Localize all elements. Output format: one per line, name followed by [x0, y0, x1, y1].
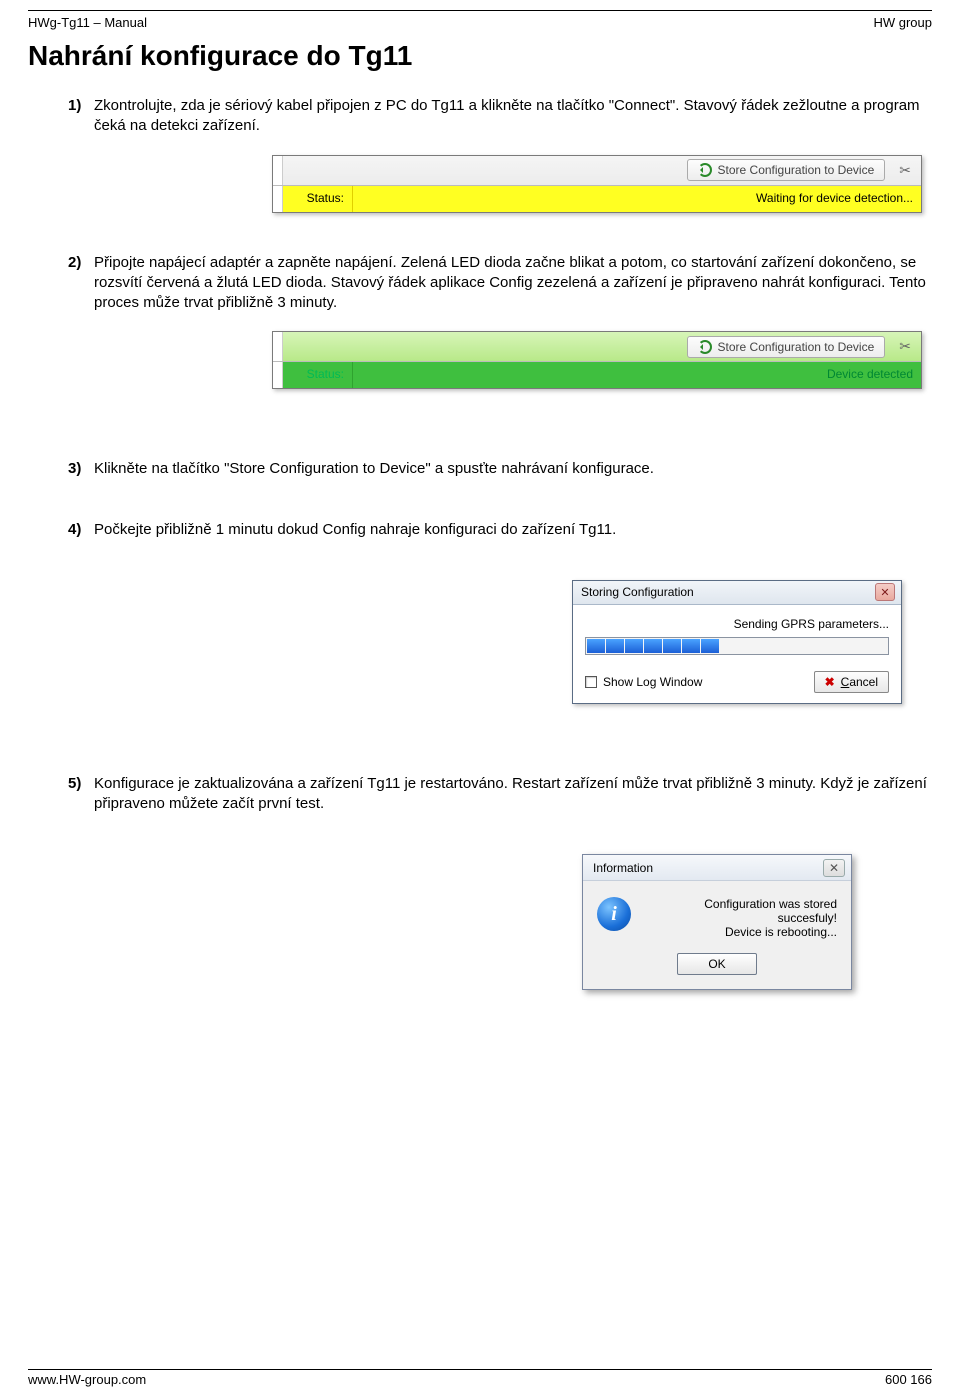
step-1-text: Zkontrolujte, zda je sériový kabel připo…	[94, 96, 932, 137]
footer-left: www.HW-group.com	[28, 1372, 146, 1387]
scissor-icon[interactable]: ✂	[899, 338, 911, 355]
step-1: 1) Zkontrolujte, zda je sériový kabel př…	[68, 96, 932, 137]
ok-button[interactable]: OK	[677, 953, 757, 975]
step-4: 4) Počkejte přibližně 1 minutu dokud Con…	[68, 520, 932, 540]
step-3-num: 3)	[68, 459, 94, 479]
status-row: Status: Device detected	[273, 362, 921, 388]
step-2-num: 2)	[68, 253, 94, 314]
cancel-x-icon: ✖	[825, 675, 835, 689]
screenshot-status-green: Store Configuration to Device ✂ Status: …	[272, 331, 922, 389]
toolbar: Store Configuration to Device ✂	[273, 332, 921, 362]
dialog-title: Information	[593, 861, 653, 875]
step-2: 2) Připojte napájecí adaptér a zapněte n…	[68, 253, 932, 314]
close-icon[interactable]: ✕	[875, 583, 895, 601]
store-config-label: Store Configuration to Device	[718, 163, 875, 177]
dialog-message: Configuration was stored succesfuly! Dev…	[645, 897, 837, 939]
dialog-titlebar: Storing Configuration ✕	[573, 581, 901, 605]
info-line-1: Configuration was stored succesfuly!	[645, 897, 837, 925]
status-label: Status:	[273, 362, 353, 388]
info-line-2: Device is rebooting...	[645, 925, 837, 939]
page-title: Nahrání konfigurace do Tg11	[28, 40, 932, 72]
header-left: HWg-Tg11 – Manual	[28, 15, 147, 30]
storing-config-dialog: Storing Configuration ✕ Sending GPRS par…	[572, 580, 902, 704]
step-3: 3) Klikněte na tlačítko "Store Configura…	[68, 459, 932, 479]
status-value: Waiting for device detection...	[353, 186, 921, 212]
cancel-label: CCancelancel	[841, 675, 878, 689]
store-config-button[interactable]: Store Configuration to Device	[687, 336, 886, 358]
scissor-icon[interactable]: ✂	[899, 162, 911, 179]
progress-bar	[585, 637, 889, 655]
step-1-num: 1)	[68, 96, 94, 137]
dialog-titlebar: Information ✕	[583, 855, 851, 881]
step-5-num: 5)	[68, 774, 94, 815]
step-5: 5) Konfigurace je zaktualizována a zaříz…	[68, 774, 932, 815]
close-icon[interactable]: ✕	[823, 859, 845, 877]
page-header: HWg-Tg11 – Manual HW group	[28, 15, 932, 30]
step-5-text: Konfigurace je zaktualizována a zařízení…	[94, 774, 932, 815]
info-icon	[597, 897, 631, 931]
refresh-icon	[698, 163, 712, 177]
header-right: HW group	[873, 15, 932, 30]
show-log-checkbox[interactable]: Show Log Window	[585, 675, 702, 689]
status-row: Status: Waiting for device detection...	[273, 186, 921, 212]
toolbar: Store Configuration to Device ✂	[273, 156, 921, 186]
dialog-title: Storing Configuration	[581, 585, 694, 599]
page-footer: www.HW-group.com 600 166	[28, 1372, 932, 1387]
status-value: Device detected	[353, 362, 921, 388]
store-config-label: Store Configuration to Device	[718, 340, 875, 354]
step-3-text: Klikněte na tlačítko "Store Configuratio…	[94, 459, 932, 479]
status-label: Status:	[273, 186, 353, 212]
store-config-button[interactable]: Store Configuration to Device	[687, 159, 886, 181]
step-4-num: 4)	[68, 520, 94, 540]
step-4-text: Počkejte přibližně 1 minutu dokud Config…	[94, 520, 932, 540]
step-2-text: Připojte napájecí adaptér a zapněte napá…	[94, 253, 932, 314]
checkbox-icon	[585, 676, 597, 688]
refresh-icon	[698, 340, 712, 354]
screenshot-status-yellow: Store Configuration to Device ✂ Status: …	[272, 155, 922, 213]
footer-right: 600 166	[885, 1372, 932, 1387]
dialog-message: Sending GPRS parameters...	[585, 617, 889, 631]
cancel-button[interactable]: ✖ CCancelancel	[814, 671, 889, 693]
information-dialog: Information ✕ Configuration was stored s…	[582, 854, 852, 990]
show-log-label: Show Log Window	[603, 675, 702, 689]
